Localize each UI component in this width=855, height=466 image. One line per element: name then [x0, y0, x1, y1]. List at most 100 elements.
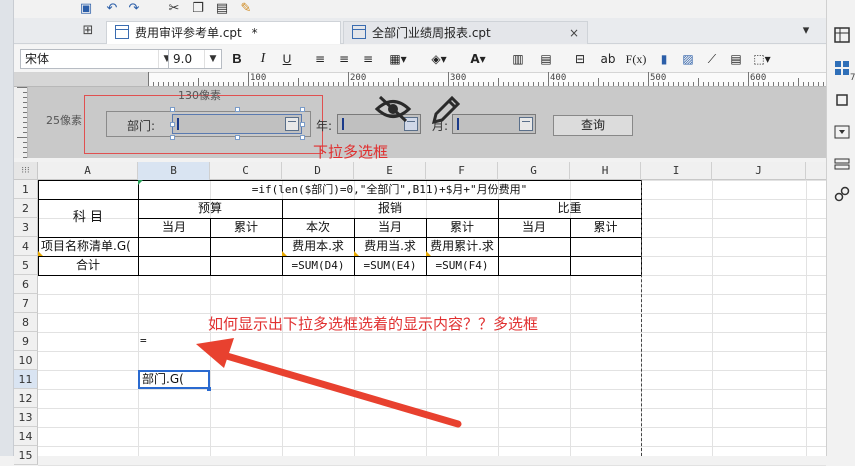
tab-fee-review[interactable]: 费用审评参考单.cpt *: [106, 21, 341, 44]
align-left-icon[interactable]: ≡: [312, 50, 328, 68]
column-header-i[interactable]: I: [641, 162, 712, 180]
chart-icon[interactable]: ▮: [656, 50, 672, 68]
ruler-tick: [528, 82, 529, 86]
formula-button[interactable]: F(x): [624, 50, 648, 68]
cell-d4[interactable]: 费用本.求: [282, 237, 354, 256]
ruler-tick: [408, 82, 409, 86]
font-name-select[interactable]: 宋体 ▼: [20, 49, 176, 69]
cell-f4[interactable]: 费用累计.求: [426, 237, 498, 256]
fill-color-icon[interactable]: ◈▾: [428, 50, 450, 68]
cell-reimb-current[interactable]: 当月: [354, 218, 426, 237]
cell-budget-current[interactable]: 当月: [138, 218, 210, 237]
widget-icon[interactable]: ⬚▾: [752, 50, 772, 68]
ruler-tick: [648, 72, 649, 86]
cell-reimb-this[interactable]: 本次: [282, 218, 354, 237]
cell-e5[interactable]: =SUM(E4): [354, 256, 426, 275]
cell-subject[interactable]: 科 目: [38, 199, 138, 237]
ruler-tick: [548, 72, 549, 86]
condition-attributes-icon[interactable]: [834, 156, 850, 172]
ruler-tick: [698, 78, 699, 86]
bold-button[interactable]: B: [230, 50, 244, 68]
cell-title-formula[interactable]: =if(len($部门)=0,"全部门",B11)+$月+"月份费用": [138, 180, 641, 199]
cell-e4[interactable]: 费用当.求: [354, 237, 426, 256]
row-header-4[interactable]: 4: [14, 237, 38, 256]
cell-attributes-icon[interactable]: [834, 27, 850, 43]
ruler-tick: [708, 82, 709, 86]
redo-icon[interactable]: ↷: [126, 1, 142, 17]
hyperlink-icon[interactable]: [834, 186, 850, 202]
column-header-b[interactable]: B: [138, 162, 210, 180]
row-header-7[interactable]: 7: [14, 294, 38, 313]
tab-menu-icon[interactable]: ▾: [798, 23, 814, 39]
dept-multiselect-combo[interactable]: [172, 114, 302, 134]
insert-row-icon[interactable]: ⊟: [572, 50, 588, 68]
row-header-9[interactable]: 9: [14, 332, 38, 351]
row-header-1[interactable]: 1: [14, 180, 38, 199]
split-cells-icon[interactable]: ▤: [538, 50, 554, 68]
copy-icon[interactable]: ❐: [190, 1, 206, 17]
widget-settings-icon[interactable]: [834, 124, 850, 140]
close-tab-icon[interactable]: ×: [569, 22, 579, 44]
cell-f5[interactable]: =SUM(F4): [426, 256, 498, 275]
cell-ratio[interactable]: 比重: [498, 199, 641, 218]
merge-cells-icon[interactable]: ▥: [510, 50, 526, 68]
cell-a4[interactable]: 项目名称清单.G(: [38, 237, 141, 256]
format-painter-icon[interactable]: ✎: [238, 1, 254, 17]
cell-reimburse[interactable]: 报销: [282, 199, 498, 218]
cell-reimb-cumulative[interactable]: 累计: [426, 218, 498, 237]
ruler-tick: [643, 82, 644, 86]
cell-ratio-current[interactable]: 当月: [498, 218, 570, 237]
column-header-c[interactable]: C: [210, 162, 282, 180]
save-icon[interactable]: ▣: [78, 1, 94, 17]
query-button[interactable]: 查询: [553, 115, 633, 136]
cell-budget[interactable]: 预算: [138, 199, 282, 218]
column-header-d[interactable]: D: [282, 162, 354, 180]
font-size-select[interactable]: 9.0 ▼: [168, 49, 222, 69]
align-center-icon[interactable]: ≡: [336, 50, 352, 68]
text-cell-button[interactable]: ab: [598, 50, 618, 68]
cell-ratio-cumulative[interactable]: 累计: [570, 218, 641, 237]
hidden-eye-icon[interactable]: [374, 94, 412, 124]
border-icon[interactable]: ▦▾: [388, 50, 408, 68]
cell-d5[interactable]: =SUM(D4): [282, 256, 354, 275]
slash-icon[interactable]: ⟋: [704, 50, 720, 68]
ruler-tick: [268, 82, 269, 86]
row-header-3[interactable]: 3: [14, 218, 38, 237]
grid-view-icon[interactable]: ⊞: [80, 23, 96, 39]
column-header-a[interactable]: A: [38, 162, 138, 180]
subreport-icon[interactable]: ▤: [728, 50, 744, 68]
row-header-6[interactable]: 6: [14, 275, 38, 294]
row-header-13[interactable]: 13: [14, 408, 38, 427]
cell-a5[interactable]: 合计: [38, 256, 138, 275]
row-header-11[interactable]: 11: [14, 370, 38, 389]
underline-button[interactable]: U: [280, 50, 294, 68]
dropdown-list-icon[interactable]: [285, 117, 299, 131]
select-all-corner[interactable]: ⁝⁝⁝: [14, 162, 38, 180]
cell-budget-cumulative[interactable]: 累计: [210, 218, 282, 237]
ruler-tick: [418, 82, 419, 86]
cut-icon[interactable]: ✂: [166, 1, 182, 17]
column-header-f[interactable]: F: [426, 162, 498, 180]
column-header-j[interactable]: J: [712, 162, 806, 180]
column-header-h[interactable]: H: [570, 162, 641, 180]
column-header-g[interactable]: G: [498, 162, 570, 180]
row-header-2[interactable]: 2: [14, 199, 38, 218]
tab-dept-weekly-report[interactable]: 全部门业绩周报表.cpt ×: [343, 21, 588, 44]
column-header-e[interactable]: E: [354, 162, 426, 180]
row-header-5[interactable]: 5: [14, 256, 38, 275]
row-header-12[interactable]: 12: [14, 389, 38, 408]
text-color-button[interactable]: A▾: [466, 50, 490, 68]
month-combo[interactable]: [452, 114, 536, 134]
year-label: 年:: [316, 119, 333, 133]
row-header-14[interactable]: 14: [14, 427, 38, 446]
paste-icon[interactable]: ▤: [214, 1, 230, 17]
row-header-8[interactable]: 8: [14, 313, 38, 332]
row-header-10[interactable]: 10: [14, 351, 38, 370]
undo-icon[interactable]: ↶: [104, 1, 120, 17]
image-icon[interactable]: ▨: [680, 50, 696, 68]
align-right-icon[interactable]: ≡: [360, 50, 376, 68]
dropdown-list-icon[interactable]: [519, 117, 533, 131]
cell-elements-icon[interactable]: [834, 60, 850, 76]
float-element-icon[interactable]: [834, 92, 850, 108]
italic-button[interactable]: I: [256, 50, 270, 68]
